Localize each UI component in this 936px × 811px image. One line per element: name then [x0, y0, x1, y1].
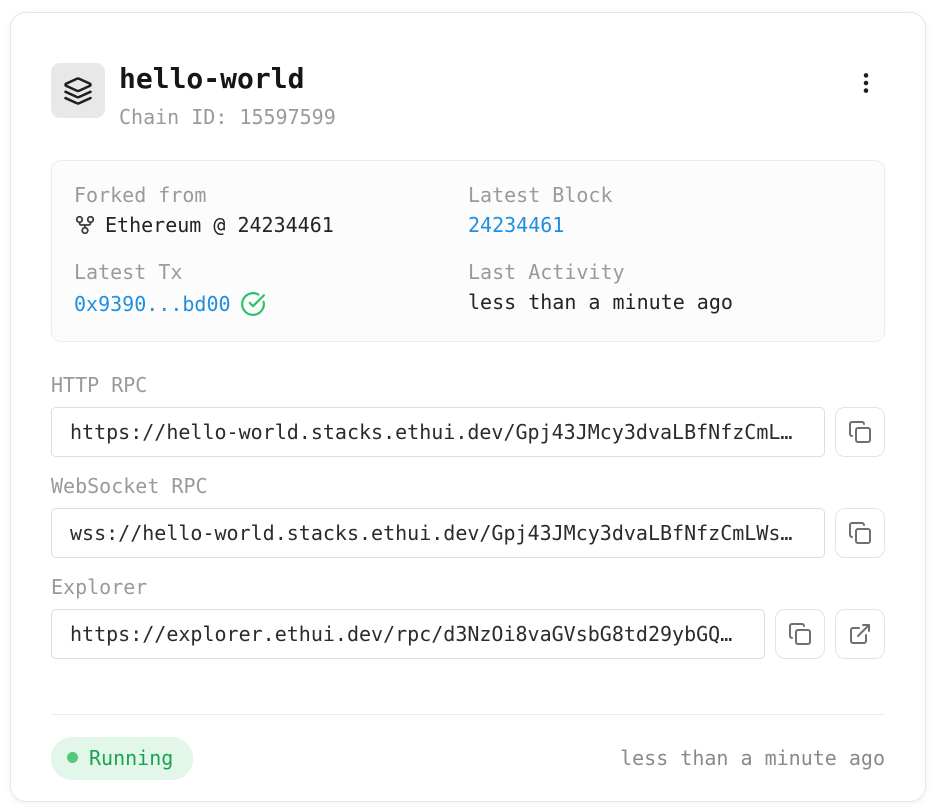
websocket-rpc-copy-button[interactable] [835, 508, 885, 558]
forked-from-label: Forked from [74, 185, 468, 205]
card-footer: Running less than a minute ago [51, 737, 885, 780]
http-rpc-copy-button[interactable] [835, 407, 885, 457]
latest-block-link[interactable]: 24234461 [468, 214, 564, 236]
check-circle-icon [240, 291, 266, 317]
kebab-menu-icon [853, 70, 879, 96]
latest-tx-label: Latest Tx [74, 262, 468, 282]
last-activity-label: Last Activity [468, 262, 862, 282]
layers-icon [51, 63, 105, 118]
stack-detail-card: hello-world Chain ID: 15597599 Forked fr… [10, 12, 926, 802]
page-title: hello-world [119, 64, 336, 95]
http-rpc-section: HTTP RPC [51, 375, 885, 457]
git-fork-icon [74, 214, 96, 236]
copy-icon [788, 622, 812, 646]
explorer-input[interactable] [51, 609, 765, 659]
status-text: Running [89, 746, 173, 770]
latest-block-cell: Latest Block 24234461 [468, 185, 862, 236]
last-activity-value: less than a minute ago [468, 291, 733, 313]
websocket-rpc-section: WebSocket RPC [51, 476, 885, 558]
latest-tx-cell: Latest Tx 0x9390...bd00 [74, 262, 468, 317]
latest-tx-link[interactable]: 0x9390...bd00 [74, 293, 231, 315]
more-options-button[interactable] [847, 63, 885, 103]
card-header: hello-world Chain ID: 15597599 [51, 63, 885, 129]
last-activity-cell: Last Activity less than a minute ago [468, 262, 862, 317]
http-rpc-input[interactable] [51, 407, 825, 457]
forked-from-cell: Forked from Ethereum @ 24234461 [74, 185, 468, 236]
http-rpc-label: HTTP RPC [51, 375, 885, 395]
summary-panel: Forked from Ethereum @ 24234461 Latest B… [51, 160, 885, 342]
explorer-section: Explorer [51, 577, 885, 659]
websocket-rpc-label: WebSocket RPC [51, 476, 885, 496]
chain-id-subtitle: Chain ID: 15597599 [119, 105, 336, 129]
explorer-label: Explorer [51, 577, 885, 597]
status-badge: Running [51, 737, 193, 780]
footer-divider [51, 714, 885, 715]
copy-icon [848, 420, 872, 444]
copy-icon [848, 521, 872, 545]
footer-timestamp: less than a minute ago [620, 746, 885, 770]
websocket-rpc-input[interactable] [51, 508, 825, 558]
external-link-icon [848, 622, 872, 646]
forked-from-value: Ethereum @ 24234461 [105, 214, 334, 236]
status-dot-icon [67, 752, 78, 763]
explorer-copy-button[interactable] [775, 609, 825, 659]
header-text: hello-world Chain ID: 15597599 [119, 63, 336, 129]
explorer-open-button[interactable] [835, 609, 885, 659]
latest-block-label: Latest Block [468, 185, 862, 205]
